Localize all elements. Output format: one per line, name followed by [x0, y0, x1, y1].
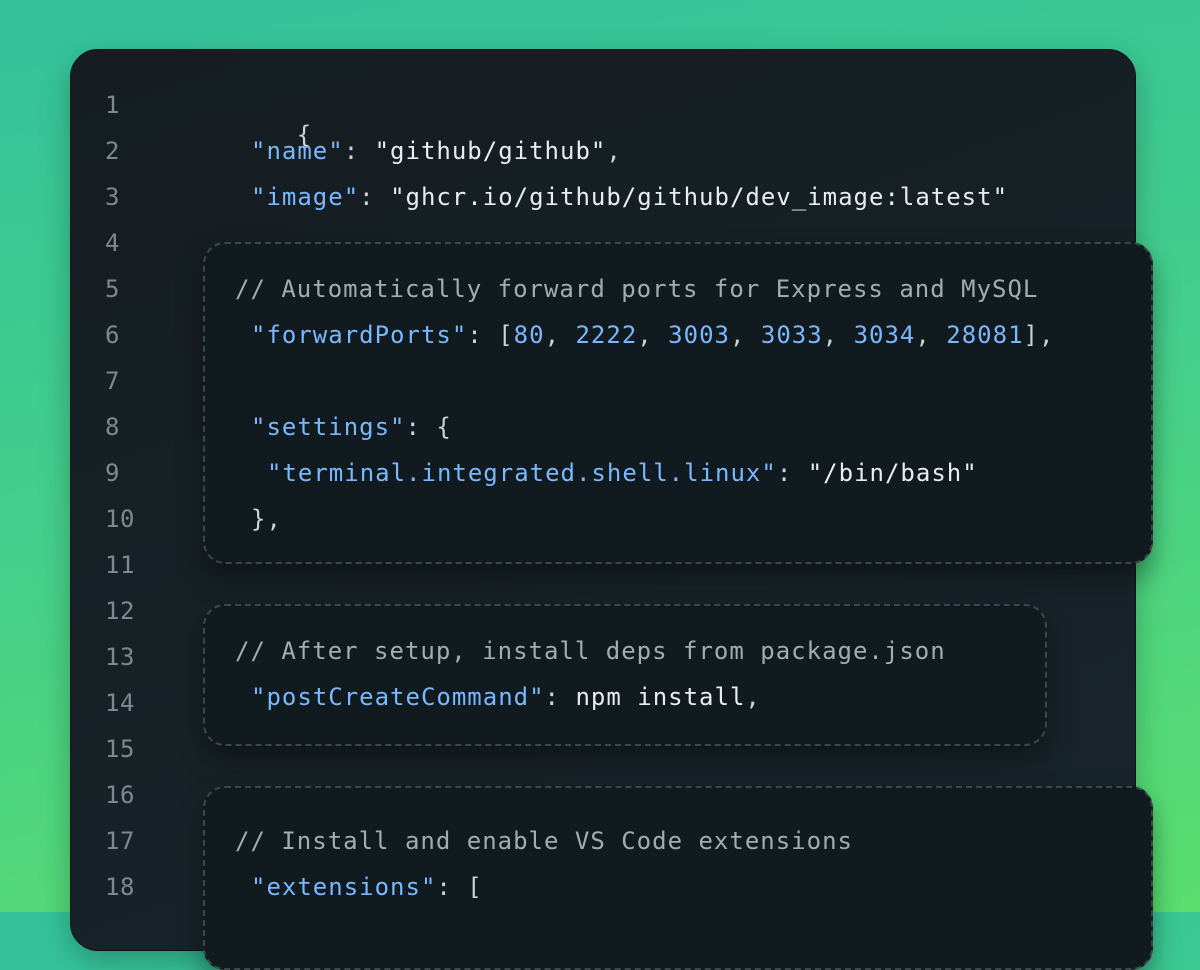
line-number: 15 — [105, 735, 135, 763]
forward-ports-close: ], — [1023, 321, 1055, 349]
shell-colon: : — [776, 459, 808, 487]
port-value: 3033 — [760, 321, 823, 349]
line-number: 5 — [105, 275, 120, 303]
forward-ports-key: "forwardPorts" — [251, 321, 468, 349]
post-create-key: "postCreateCommand" — [251, 683, 545, 711]
code-line-forward-ports: "forwardPorts": [80, 2222, 3003, 3033, 3… — [251, 321, 1055, 349]
line-number: 6 — [105, 321, 120, 349]
code-line-post-create: "postCreateCommand": npm install, — [251, 682, 761, 712]
line-number: 1 — [105, 91, 120, 119]
post-create-value: npm install — [575, 683, 746, 711]
settings-open: : { — [405, 413, 452, 441]
port-value: 3034 — [853, 321, 916, 349]
line-number-gutter: 1 2 3 4 5 6 7 8 9 10 11 12 13 14 15 16 1… — [71, 50, 191, 950]
image-value: "ghcr.io/github/github/dev_image:latest" — [390, 183, 1009, 211]
name-value: "github/github" — [374, 137, 607, 165]
image-key: "image" — [251, 183, 360, 211]
name-colon: : — [343, 137, 375, 165]
code-line-extensions: "extensions": [ — [251, 872, 483, 902]
port-value: 28081 — [946, 321, 1024, 349]
comment-post-create: // After setup, install deps from packag… — [235, 637, 946, 665]
line-number: 9 — [105, 459, 120, 487]
post-create-comma: , — [745, 683, 761, 711]
extensions-open: : [ — [436, 873, 483, 901]
extensions-key: "extensions" — [251, 873, 437, 901]
port-value: 3003 — [668, 321, 730, 349]
post-create-colon: : — [544, 683, 576, 711]
code-line-open-brace: { — [235, 90, 312, 180]
line-number: 7 — [105, 367, 120, 395]
line-number: 13 — [105, 643, 135, 671]
forward-ports-open: : [ — [467, 321, 514, 349]
shell-key: "terminal.integrated.shell.linux" — [267, 459, 777, 487]
code-line-settings-close: }, — [251, 504, 282, 534]
code-line-shell: "terminal.integrated.shell.linux": "/bin… — [267, 458, 978, 488]
line-number: 10 — [105, 505, 135, 533]
name-comma: , — [606, 137, 622, 165]
line-number: 18 — [105, 873, 135, 901]
shell-value: "/bin/bash" — [807, 459, 978, 487]
line-number: 11 — [105, 551, 135, 579]
code-line-settings: "settings": { — [251, 412, 452, 442]
image-colon: : — [359, 183, 391, 211]
line-number: 12 — [105, 597, 135, 625]
line-number: 2 — [105, 137, 120, 165]
settings-close: }, — [251, 505, 282, 533]
extensions-block: // Install and enable VS Code extensions… — [203, 786, 1153, 970]
settings-key: "settings" — [251, 413, 406, 441]
comment-extensions: // Install and enable VS Code extensions — [235, 827, 853, 855]
line-number: 4 — [105, 229, 120, 257]
line-number: 3 — [105, 183, 120, 211]
forward-ports-block: // Automatically forward ports for Expre… — [203, 242, 1153, 564]
code-line-name: "name": "github/github", — [251, 136, 622, 166]
port-value: 2222 — [575, 321, 638, 349]
line-number: 17 — [105, 827, 135, 855]
line-number: 14 — [105, 689, 135, 717]
post-create-block: // After setup, install deps from packag… — [203, 604, 1047, 746]
code-line-image: "image": "ghcr.io/github/github/dev_imag… — [251, 182, 1008, 212]
line-number: 16 — [105, 781, 135, 809]
name-key: "name" — [251, 137, 344, 165]
port-value: 80 — [513, 321, 545, 349]
comment-forward-ports: // Automatically forward ports for Expre… — [235, 275, 1039, 303]
line-number: 8 — [105, 413, 120, 441]
